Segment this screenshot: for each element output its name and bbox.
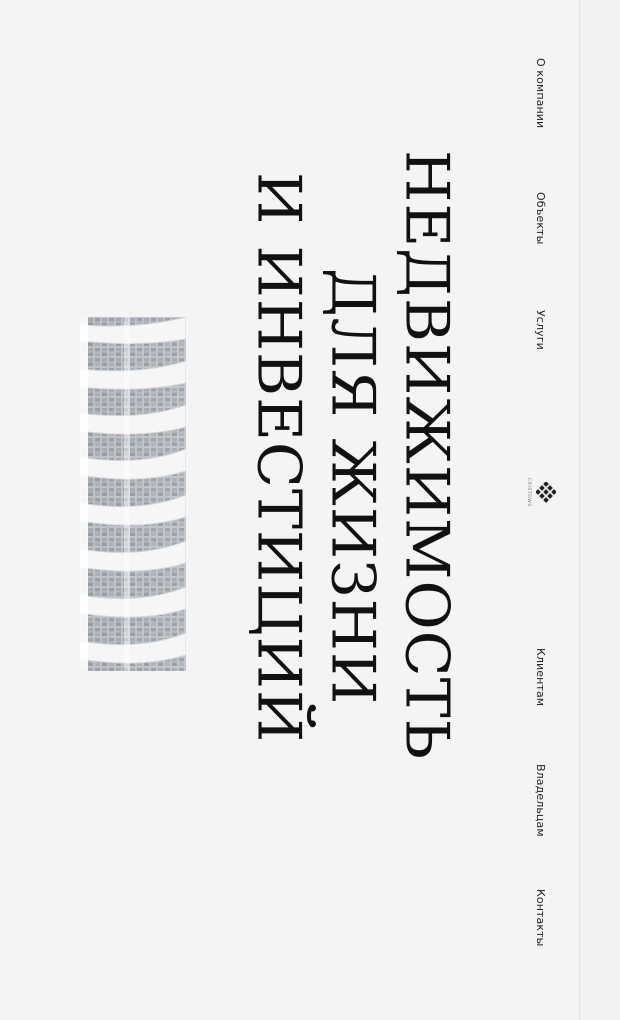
- nav-item-clients[interactable]: Клиентам: [531, 648, 549, 706]
- hero-headline: Недвижимость для жизни и инвестиций: [243, 150, 463, 840]
- hero-line-3: и инвестиций: [243, 172, 314, 744]
- rail-divider: [579, 0, 580, 1020]
- right-rail-panel: [580, 0, 620, 1020]
- nav-item-contacts[interactable]: Контакты: [531, 889, 549, 946]
- nav-item-about[interactable]: О компании: [531, 58, 549, 128]
- lattice-logo-icon: [536, 482, 556, 503]
- nav-item-owners[interactable]: Владельцам: [531, 764, 549, 837]
- logo-wordmark: CRISTOWS: [526, 478, 531, 507]
- nav-item-services[interactable]: Услуги: [531, 310, 549, 350]
- hero-line-2: для жизни: [317, 268, 388, 706]
- hero-building-image: [80, 317, 186, 671]
- nav-item-objects[interactable]: Объекты: [531, 192, 549, 244]
- building-facade-illustration: [80, 317, 186, 671]
- hero-line-1: Недвижимость: [391, 150, 462, 761]
- brand-logo[interactable]: CRISTOWS: [524, 478, 556, 512]
